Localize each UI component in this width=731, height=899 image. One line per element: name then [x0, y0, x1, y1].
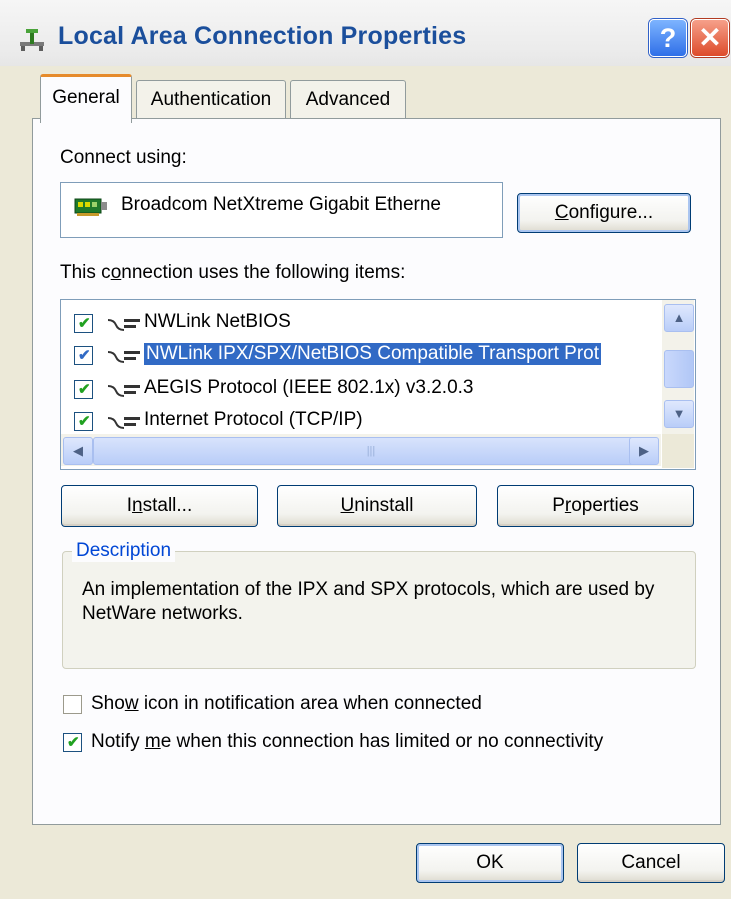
list-item[interactable]: ✔ NWLink NetBIOS	[74, 310, 674, 340]
ok-button[interactable]: OK	[416, 843, 564, 883]
window-title: Local Area Connection Properties	[58, 22, 467, 50]
scroll-corner	[662, 434, 694, 468]
network-card-icon	[74, 198, 107, 216]
item-label: Internet Protocol (TCP/IP)	[144, 409, 363, 430]
horizontal-scrollbar[interactable]: ◀ ||| ▶	[61, 434, 661, 466]
scroll-thumb[interactable]	[664, 350, 694, 388]
checkbox[interactable]: ✔	[63, 733, 82, 752]
scroll-up-icon[interactable]: ▲	[664, 304, 694, 332]
checkbox[interactable]: ✔	[74, 314, 93, 333]
item-label: NWLink NetBIOS	[144, 311, 291, 332]
help-button[interactable]: ?	[649, 19, 687, 57]
description-text: An implementation of the IPX and SPX pro…	[82, 579, 655, 624]
tab-general[interactable]: General	[40, 74, 132, 123]
properties-button[interactable]: Properties	[497, 485, 694, 527]
uninstall-button[interactable]: Uninstall	[277, 485, 477, 527]
items-label: This connection uses the following items…	[60, 262, 406, 283]
item-label: AEGIS Protocol (IEEE 802.1x) v3.2.0.3	[144, 377, 474, 398]
notify-option[interactable]: ✔ Notify me when this connection has lim…	[63, 731, 703, 755]
install-button[interactable]: Install...	[61, 485, 258, 527]
checkbox[interactable]: ✔	[74, 346, 93, 365]
item-label: NWLink IPX/SPX/NetBIOS Compatible Transp…	[144, 343, 602, 365]
vertical-scrollbar[interactable]: ▲ ▼	[662, 300, 694, 436]
adapter-name: Broadcom NetXtreme Gigabit Etherne	[121, 194, 441, 215]
checkbox[interactable]	[63, 695, 82, 714]
scroll-left-icon[interactable]: ◀	[63, 437, 93, 465]
show-icon-option[interactable]: Show icon in notification area when conn…	[63, 693, 583, 717]
scroll-down-icon[interactable]: ▼	[664, 400, 694, 428]
connect-using-label: Connect using:	[60, 147, 187, 168]
close-button[interactable]: ✕	[691, 19, 729, 57]
description-legend: Description	[72, 540, 176, 562]
scroll-right-icon[interactable]: ▶	[629, 437, 659, 465]
cancel-button[interactable]: Cancel	[577, 843, 725, 883]
protocol-icon	[107, 385, 140, 397]
checkbox[interactable]: ✔	[74, 380, 93, 399]
protocol-icon	[107, 417, 140, 429]
protocol-icon	[107, 351, 140, 363]
scroll-thumb[interactable]: |||	[93, 437, 649, 465]
list-item[interactable]: ✔ Internet Protocol (TCP/IP)	[74, 408, 674, 432]
list-item[interactable]: ✔ AEGIS Protocol (IEEE 802.1x) v3.2.0.3	[74, 376, 674, 406]
tab-authentication[interactable]: Authentication	[136, 80, 286, 119]
configure-button[interactable]: Configure...	[517, 193, 691, 233]
show-icon-label: Show icon in notification area when conn…	[91, 693, 482, 714]
network-connection-icon	[20, 29, 44, 51]
protocol-icon	[107, 319, 140, 331]
notify-label: Notify me when this connection has limit…	[91, 731, 604, 752]
tab-advanced[interactable]: Advanced	[290, 80, 406, 119]
list-item[interactable]: ✔ NWLink IPX/SPX/NetBIOS Compatible Tran…	[74, 342, 674, 372]
checkbox[interactable]: ✔	[74, 412, 93, 431]
